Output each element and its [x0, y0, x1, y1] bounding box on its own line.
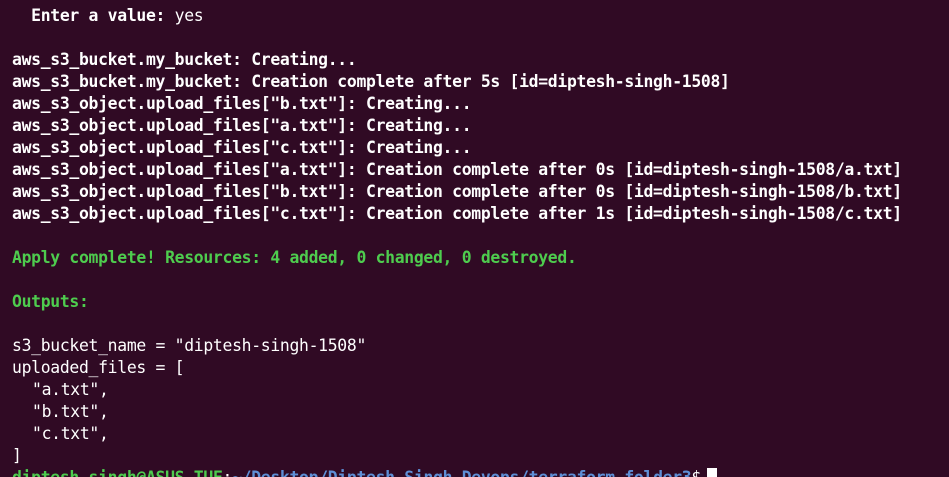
value-prompt-input: yes	[174, 6, 204, 25]
log-line: aws_s3_object.upload_files["c.txt"]: Cre…	[12, 138, 472, 157]
output-files-close: ]	[12, 446, 22, 465]
log-line: aws_s3_object.upload_files["b.txt"]: Cre…	[12, 94, 472, 113]
log-line: aws_s3_bucket.my_bucket: Creating...	[12, 50, 357, 69]
output-file-item: "a.txt",	[32, 380, 109, 399]
log-line: aws_s3_object.upload_files["b.txt"]: Cre…	[12, 182, 902, 201]
prompt-symbol: $	[691, 468, 701, 477]
output-file-item: "c.txt",	[32, 424, 109, 443]
outputs-header: Outputs:	[12, 292, 89, 311]
terminal-window[interactable]: Enter a value: yes aws_s3_bucket.my_buck…	[0, 0, 949, 477]
apply-summary: Apply complete! Resources: 4 added, 0 ch…	[12, 248, 577, 267]
output-file-item: "b.txt",	[32, 402, 109, 421]
prompt-path: ~/Desktop/Diptesh-Singh-Devops/terraform…	[232, 468, 692, 477]
prompt-separator: :	[223, 468, 233, 477]
text-cursor[interactable]	[706, 468, 717, 477]
value-prompt-label: Enter a value:	[31, 6, 166, 25]
prompt-user-host: diptesh_singh@ASUS-TUF	[12, 468, 223, 477]
output-bucket-name: s3_bucket_name = "diptesh-singh-1508"	[12, 336, 367, 355]
shell-prompt-line[interactable]: diptesh_singh@ASUS-TUF:~/Desktop/Diptesh…	[12, 467, 949, 477]
value-prompt-line: Enter a value: yes	[12, 5, 949, 27]
log-line: aws_s3_bucket.my_bucket: Creation comple…	[12, 72, 730, 91]
log-line: aws_s3_object.upload_files["c.txt"]: Cre…	[12, 204, 902, 223]
output-files-open: uploaded_files = [	[12, 358, 185, 377]
log-line: aws_s3_object.upload_files["a.txt"]: Cre…	[12, 160, 902, 179]
log-line: aws_s3_object.upload_files["a.txt"]: Cre…	[12, 116, 472, 135]
